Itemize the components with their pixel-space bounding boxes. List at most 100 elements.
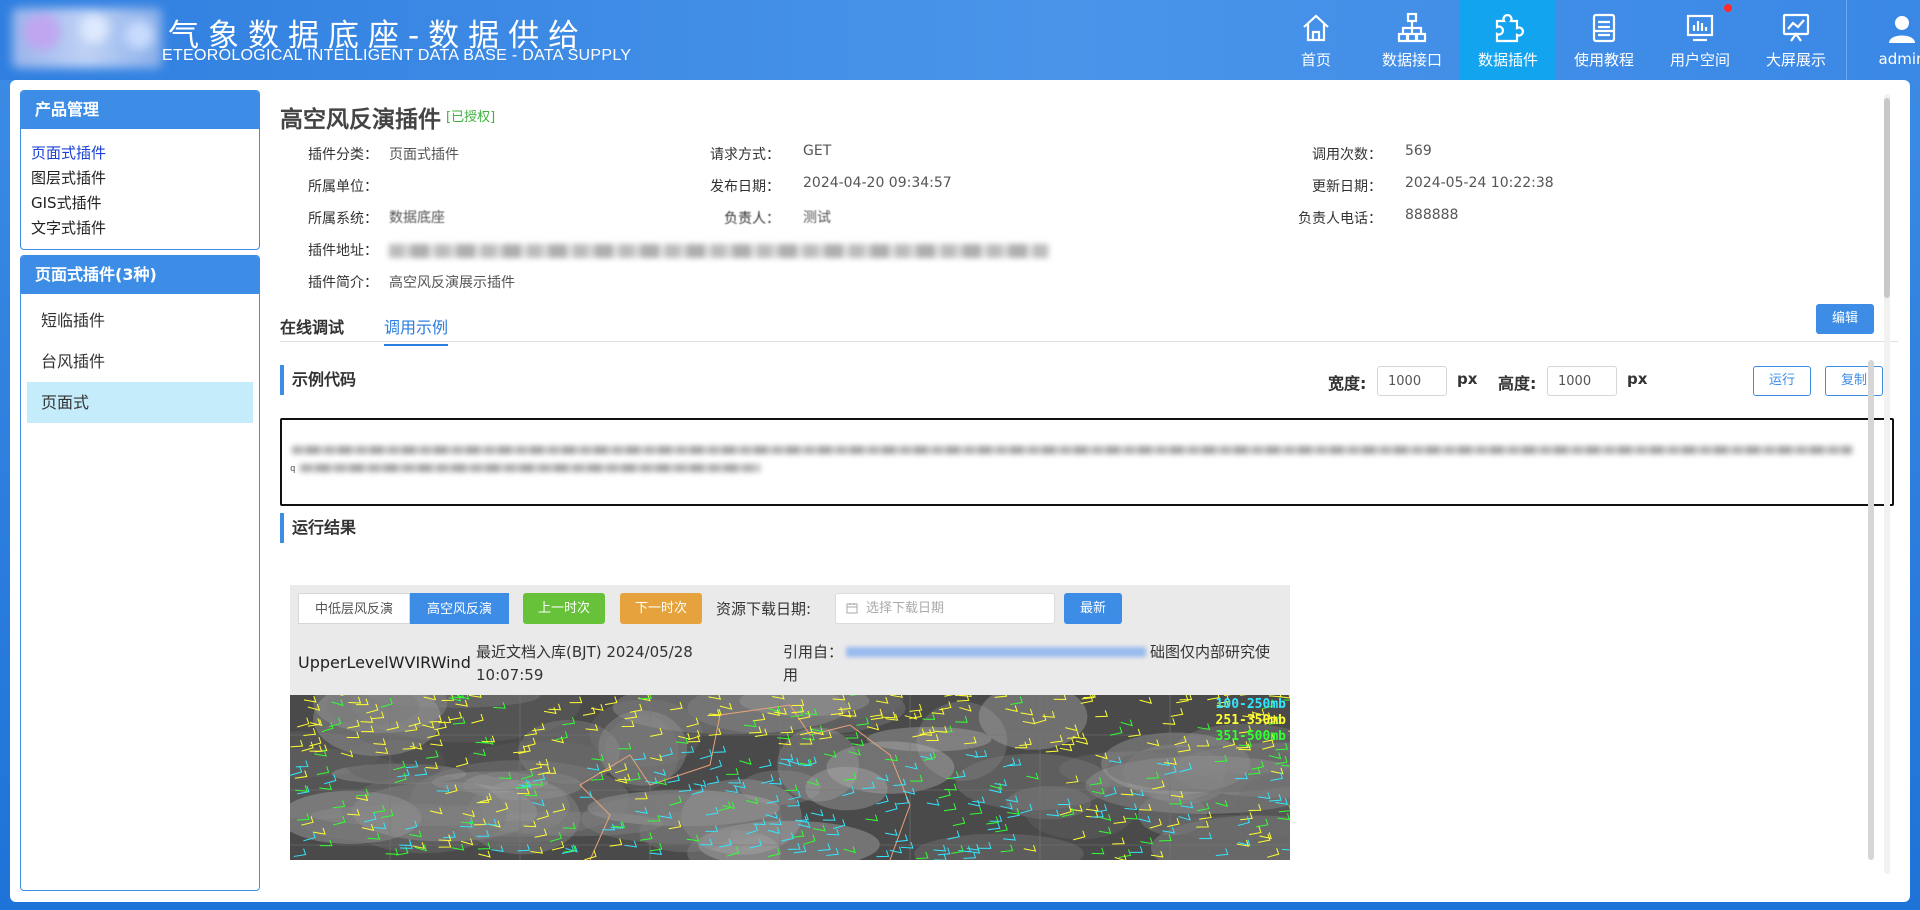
intro-label: 插件简介：: [308, 275, 378, 291]
sitemap-icon: [1397, 12, 1427, 42]
tab-call-example[interactable]: 调用示例: [384, 314, 449, 346]
method-value: GET: [803, 143, 832, 159]
app-subtitle: ETEOROLOGICAL INTELLIGENT DATA BASE - DA…: [162, 47, 632, 64]
wind-barbs-map: [290, 695, 1290, 860]
nav-label: 数据插件: [1477, 50, 1538, 69]
system-label: 所属系统：: [308, 211, 378, 227]
main-nav: 首页 数据接口 数据插件 使用教程 用户空间 大屏展示 admin: [1268, 0, 1920, 80]
width-label: 宽度:: [1328, 374, 1367, 393]
run-button[interactable]: 运行: [1753, 366, 1811, 396]
plugin-item-nowcast[interactable]: 短临插件: [27, 300, 253, 341]
layer-low-mid-wind[interactable]: 中低层风反演: [298, 593, 411, 624]
inner-scrollbar-thumb[interactable]: [1868, 360, 1874, 860]
plugin-item-page[interactable]: 页面式: [27, 382, 253, 423]
puzzle-icon: [1495, 13, 1525, 42]
nav-user-space[interactable]: 用户空间: [1652, 0, 1748, 80]
category-text-plugin[interactable]: 文字式插件: [31, 216, 249, 241]
url-label: 插件地址：: [308, 243, 378, 259]
result-toolbar: 中低层风反演 高空风反演 上一时次 下一时次 资源下载日期: 选择下载日期 最新…: [290, 585, 1290, 695]
latest-archive-time: 最近文档入库(BJT) 2024/05/28 10:07:59: [476, 643, 693, 684]
tutorial-icon: [1592, 13, 1616, 42]
nav-big-screen[interactable]: 大屏展示: [1748, 0, 1844, 80]
content-area: 高空风反演插件 [已授权] 插件分类： 页面式插件 请求方式： GET 调用次数…: [270, 80, 1898, 902]
top-header: 气象数据底座-数据供给 ETEOROLOGICAL INTELLIGENT DA…: [0, 0, 1920, 80]
download-date-label: 资源下载日期:: [716, 600, 812, 618]
nav-label: 首页: [1300, 50, 1331, 69]
nav-home[interactable]: 首页: [1268, 0, 1364, 80]
code-line-redacted: [292, 446, 1852, 454]
nav-admin[interactable]: admin: [1847, 0, 1920, 80]
user-icon: [1889, 16, 1915, 43]
width-input[interactable]: [1377, 366, 1447, 396]
method-label: 请求方式：: [710, 147, 780, 163]
nav-label: 数据接口: [1381, 50, 1442, 69]
calls-label: 调用次数：: [1312, 147, 1382, 163]
product-name: UpperLevelWVIRWind: [298, 653, 471, 672]
layer-upper-wind[interactable]: 高空风反演: [410, 593, 510, 624]
nav-tutorial[interactable]: 使用教程: [1556, 0, 1652, 80]
user-space-icon: [1686, 14, 1714, 41]
nav-data-plugins[interactable]: 数据插件: [1460, 0, 1556, 80]
phone-value: 888888: [1405, 207, 1459, 223]
height-unit: px: [1627, 370, 1648, 388]
tab-bar: 在线调试 调用示例: [280, 310, 1898, 346]
legend-351-500: 351-500mb: [1215, 729, 1286, 744]
wind-map-image: 100-250mb 251-350mb 351-500mb: [290, 695, 1290, 860]
height-input[interactable]: [1547, 366, 1617, 396]
edit-button[interactable]: 编辑: [1816, 304, 1874, 334]
home-icon: [1303, 14, 1329, 41]
plugin-list-title: 页面式插件(3种): [21, 256, 259, 294]
date-placeholder: 选择下载日期: [866, 601, 945, 616]
category-gis-plugin[interactable]: GIS式插件: [31, 191, 249, 216]
cite-note: 础图仅内部研究使: [1150, 643, 1271, 661]
height-label: 高度:: [1498, 374, 1537, 393]
product-management-panel: 产品管理 页面式插件 图层式插件 GIS式插件 文字式插件: [20, 90, 260, 250]
update-label: 更新日期：: [1312, 179, 1382, 195]
run-result-heading: 运行结果: [280, 513, 356, 543]
nav-label: 大屏展示: [1765, 50, 1826, 69]
unit-label: 所属单位：: [308, 179, 378, 195]
layer-toggle: 中低层风反演 高空风反演: [298, 593, 510, 624]
nav-label: admin: [1878, 50, 1920, 68]
publish-label: 发布日期：: [710, 179, 780, 195]
nav-label: 用户空间: [1669, 50, 1730, 69]
calls-value: 569: [1405, 143, 1432, 159]
legend-100-250: 100-250mb: [1215, 697, 1286, 712]
legend-251-350: 251-350mb: [1215, 713, 1286, 728]
code-line-redacted: [300, 464, 760, 472]
plugin-list: 短临插件 台风插件 页面式: [21, 294, 259, 429]
plugin-list-panel: 页面式插件(3种) 短临插件 台风插件 页面式: [20, 255, 260, 891]
category-label: 插件分类：: [308, 147, 378, 163]
notification-dot: [1724, 4, 1732, 12]
update-value: 2024-05-24 10:22:38: [1405, 175, 1554, 191]
phone-label: 负责人电话：: [1298, 211, 1382, 227]
scrollbar-thumb[interactable]: [1884, 98, 1890, 298]
download-date-picker[interactable]: 选择下载日期: [835, 593, 1055, 624]
category-layer-plugin[interactable]: 图层式插件: [31, 166, 249, 191]
dashboard-icon: [1782, 13, 1810, 42]
calendar-icon: [846, 603, 858, 614]
plugin-item-typhoon[interactable]: 台风插件: [27, 341, 253, 382]
auth-badge: [已授权]: [446, 110, 496, 125]
copy-button[interactable]: 复制: [1825, 366, 1883, 396]
category-value: 页面式插件: [389, 147, 459, 163]
tab-online-debug[interactable]: 在线调试: [280, 314, 344, 344]
cite-note-end: 用: [783, 666, 799, 684]
owner-value: 测试: [803, 210, 831, 226]
cite-link-redacted[interactable]: [846, 647, 1146, 657]
example-code-box[interactable]: q: [280, 418, 1894, 506]
category-page-plugin[interactable]: 页面式插件: [31, 141, 249, 166]
intro-value: 高空风反演展示插件: [389, 275, 515, 291]
plugin-title: 高空风反演插件: [280, 107, 441, 133]
latest-button[interactable]: 最新: [1064, 593, 1122, 624]
nav-data-api[interactable]: 数据接口: [1364, 0, 1460, 80]
owner-label: 负责人：: [724, 211, 780, 227]
prev-time-button[interactable]: 上一时次: [523, 593, 606, 624]
next-time-button[interactable]: 下一时次: [620, 593, 703, 624]
width-unit: px: [1457, 370, 1478, 388]
code-text: q: [290, 464, 296, 474]
logo: [12, 8, 162, 68]
nav-label: 使用教程: [1573, 50, 1634, 69]
cite-label: 引用自：: [783, 643, 844, 661]
plugin-url-redacted: [389, 244, 1049, 258]
